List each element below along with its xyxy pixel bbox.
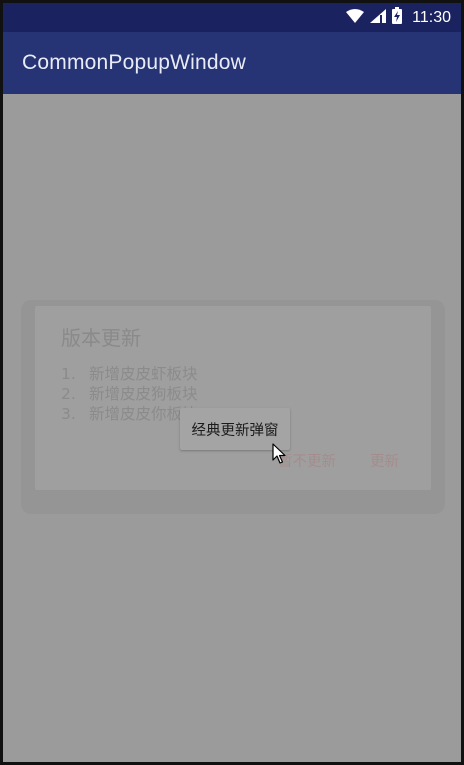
list-item-text: 新增皮皮狗板块: [89, 385, 198, 403]
dialog-title: 版本更新: [61, 326, 141, 350]
battery-charging-icon: [392, 7, 403, 28]
mouse-cursor-icon: [272, 443, 286, 469]
cancel-update-button[interactable]: 暂不更新: [278, 450, 336, 471]
status-icons: 11:30: [346, 3, 451, 32]
list-item-number: 2.: [61, 385, 76, 403]
list-item: 3. 新增皮皮你板块: [61, 404, 198, 424]
update-notes-list: 1. 新增皮皮虾板块 2. 新增皮皮狗板块 3. 新增皮皮你板块: [61, 364, 198, 424]
app-bar: CommonPopupWindow: [3, 32, 461, 94]
status-time: 11:30: [412, 8, 451, 26]
signal-icon: [370, 8, 387, 27]
dialog-actions: 暂不更新 更新: [278, 450, 399, 471]
list-item: 1. 新增皮皮虾板块: [61, 364, 198, 384]
wifi-icon: [346, 8, 365, 27]
app-title: CommonPopupWindow: [22, 51, 247, 74]
status-bar: 11:30: [3, 3, 461, 32]
popup-window: 版本更新 1. 新增皮皮虾板块 2. 新增皮皮狗板块 3. 新增皮皮你板块 暂不…: [21, 300, 445, 514]
list-item-text: 新增皮皮虾板块: [89, 365, 198, 383]
update-dialog: 版本更新 1. 新增皮皮虾板块 2. 新增皮皮狗板块 3. 新增皮皮你板块 暂不…: [35, 306, 431, 490]
list-item: 2. 新增皮皮狗板块: [61, 384, 198, 404]
list-item-number: 1.: [61, 365, 76, 383]
phone-screen: 11:30 CommonPopupWindow 版本更新 1. 新增皮皮虾板块 …: [0, 0, 464, 765]
list-item-number: 3.: [61, 405, 76, 423]
confirm-update-button[interactable]: 更新: [370, 450, 399, 471]
